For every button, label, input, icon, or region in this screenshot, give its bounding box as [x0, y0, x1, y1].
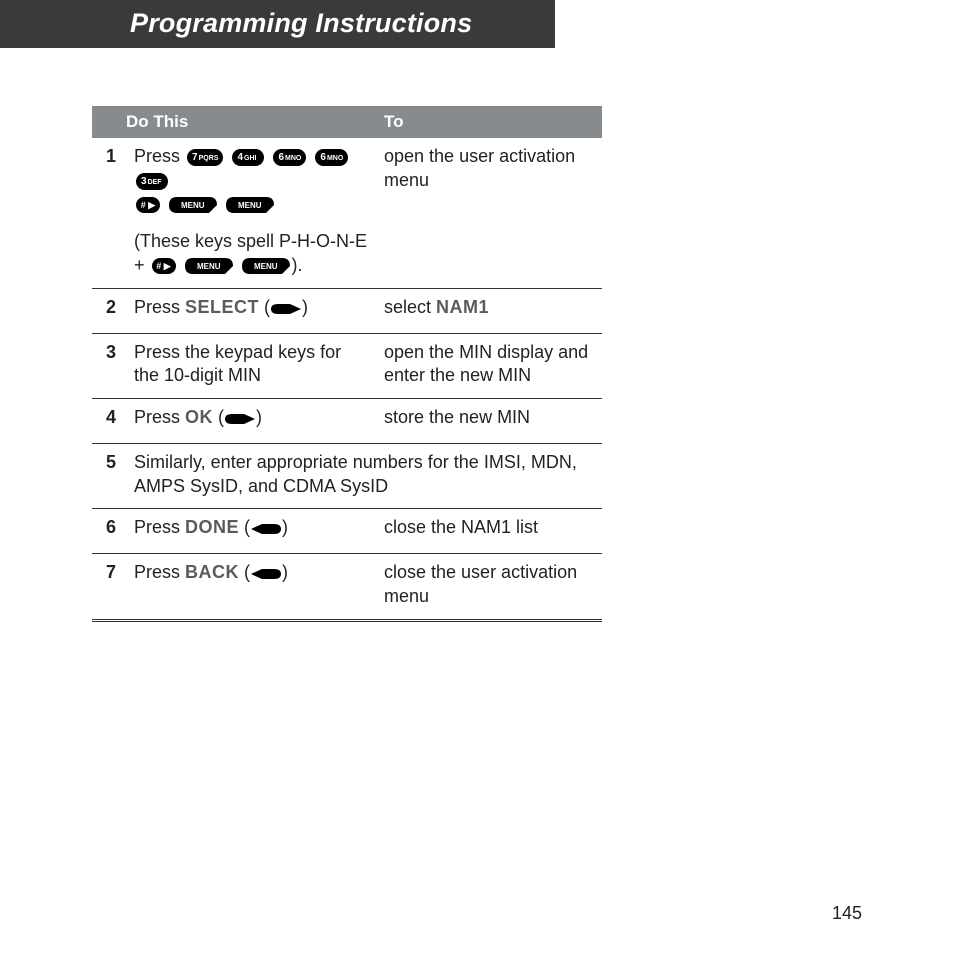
step-number: 3 [92, 333, 126, 399]
svg-text:MENU: MENU [254, 262, 278, 271]
step-number: 7 [92, 554, 126, 621]
key-6: 6MNO [273, 149, 306, 166]
svg-text:MENU: MENU [238, 201, 262, 210]
step-number: 4 [92, 399, 126, 444]
do-this-cell: Press SELECT () [126, 288, 376, 333]
to-cell: select NAM1 [376, 288, 602, 333]
instructions-table: Do This To 1 Press 7PQRS 4GHI 6MNO 6MNO … [92, 106, 602, 622]
do-this-cell: Press OK () [126, 399, 376, 444]
to-cell: close the user activation menu [376, 554, 602, 621]
do-this-cell: Press DONE () [126, 509, 376, 554]
to-cell: open the MIN display and enter the new M… [376, 333, 602, 399]
key-hash: # ▶ [136, 197, 160, 213]
left-softkey-icon [250, 564, 282, 588]
do-this-cell: Press 7PQRS 4GHI 6MNO 6MNO 3DEF # ▶ MENU… [126, 138, 376, 288]
do-this-cell: Similarly, enter appropriate numbers for… [126, 443, 602, 509]
step-number: 5 [92, 443, 126, 509]
do-this-cell: Press BACK () [126, 554, 376, 621]
key-hash: # ▶ [152, 258, 176, 274]
step-number: 6 [92, 509, 126, 554]
svg-text:MENU: MENU [181, 201, 205, 210]
to-cell: store the new MIN [376, 399, 602, 444]
done-label: DONE [185, 517, 239, 537]
svg-text:MENU: MENU [197, 262, 221, 271]
chapter-title: Programming Instructions [130, 8, 472, 38]
right-softkey-icon [270, 299, 302, 323]
to-cell: close the NAM1 list [376, 509, 602, 554]
to-cell: open the user activation menu [376, 138, 602, 288]
table-row: 6 Press DONE () close the NAM1 list [92, 509, 602, 554]
key-menu: MENU [169, 197, 217, 213]
nam1-label: NAM1 [436, 297, 489, 317]
table-row: 4 Press OK () store the new MIN [92, 399, 602, 444]
table-header-row: Do This To [92, 106, 602, 138]
key-menu: MENU [185, 258, 233, 274]
left-softkey-icon [250, 519, 282, 543]
header-to: To [376, 106, 602, 138]
ok-label: OK [185, 407, 213, 427]
header-blank [92, 106, 126, 138]
key-menu: MENU [242, 258, 290, 274]
header-do-this: Do This [126, 106, 376, 138]
key-7: 7PQRS [187, 149, 223, 166]
phone-spell-note: (These keys spell P-H-O-N-E + # ▶ MENU M… [134, 230, 368, 278]
table-row: 5 Similarly, enter appropriate numbers f… [92, 443, 602, 509]
key-6: 6MNO [315, 149, 348, 166]
table-row: 7 Press BACK () close the user activatio… [92, 554, 602, 621]
step-number: 1 [92, 138, 126, 288]
table-row: 1 Press 7PQRS 4GHI 6MNO 6MNO 3DEF # ▶ ME… [92, 138, 602, 288]
key-menu: MENU [226, 197, 274, 213]
page-content: Do This To 1 Press 7PQRS 4GHI 6MNO 6MNO … [0, 106, 954, 622]
table-row: 3 Press the keypad keys for the 10-digit… [92, 333, 602, 399]
key-4: 4GHI [232, 149, 264, 166]
table-row: 2 Press SELECT () select NAM1 [92, 288, 602, 333]
do-this-cell: Press the keypad keys for the 10-digit M… [126, 333, 376, 399]
chapter-title-bar: Programming Instructions [0, 0, 555, 48]
page-number: 145 [832, 903, 862, 924]
key-3: 3DEF [136, 173, 168, 190]
step-number: 2 [92, 288, 126, 333]
press-text: Press [134, 146, 185, 166]
right-softkey-icon [224, 409, 256, 433]
back-label: BACK [185, 562, 239, 582]
select-label: SELECT [185, 297, 259, 317]
